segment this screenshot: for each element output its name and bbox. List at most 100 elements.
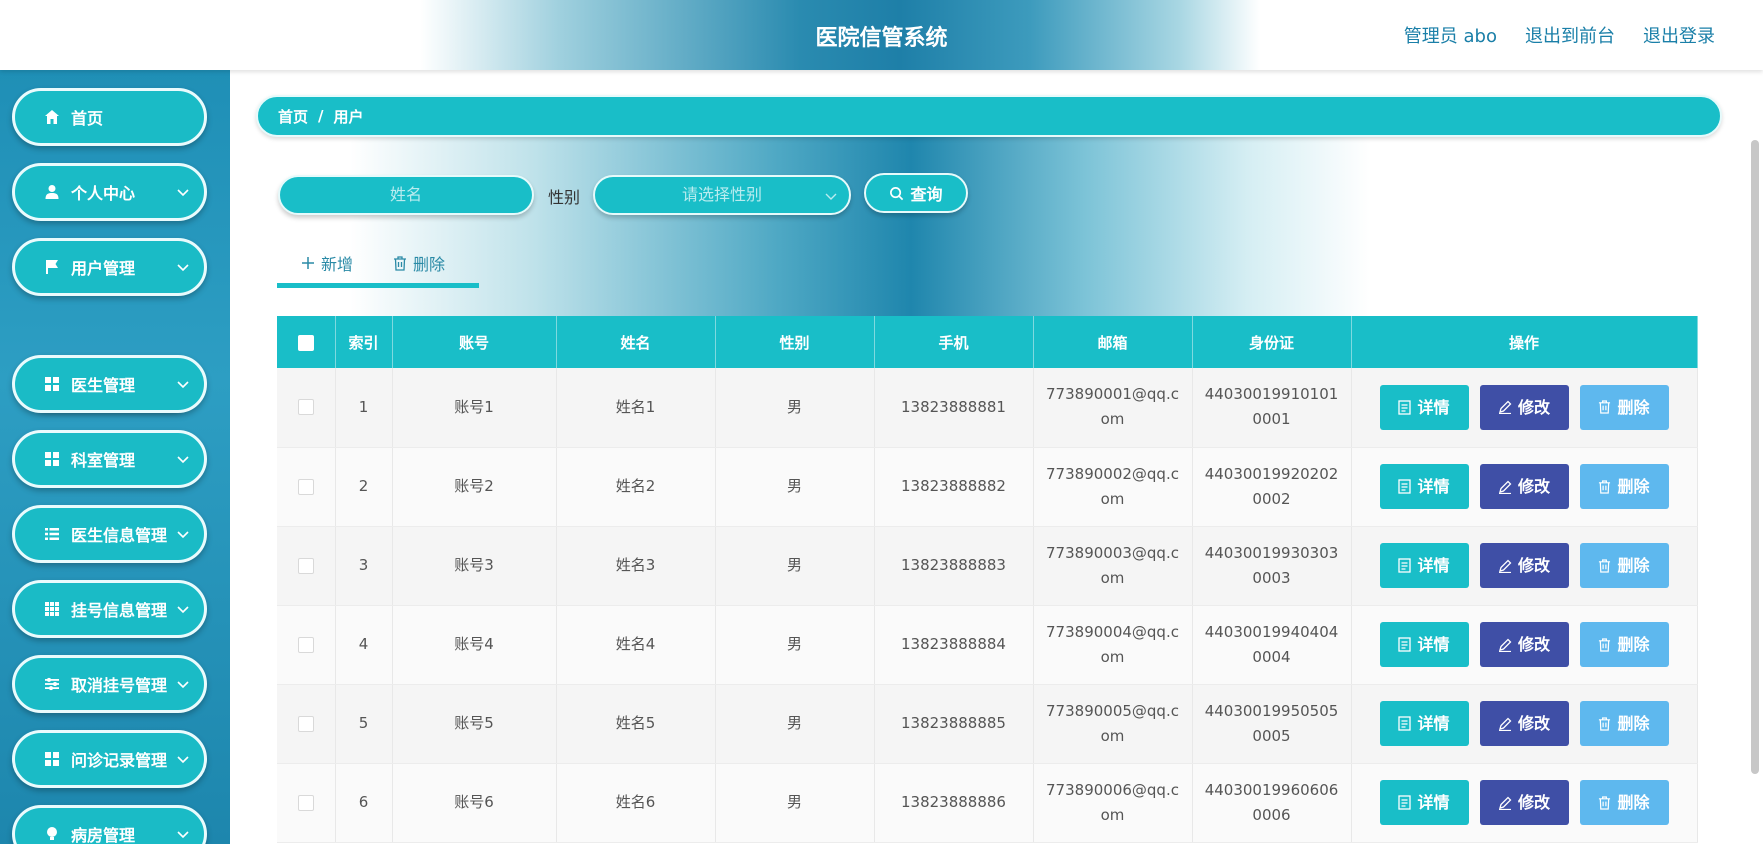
gender-cell: 男 bbox=[715, 684, 875, 764]
detail-button[interactable]: 详情 bbox=[1379, 780, 1469, 825]
delete-button[interactable]: 删除 bbox=[1579, 622, 1669, 667]
query-button[interactable]: 查询 bbox=[864, 173, 968, 213]
edit-button[interactable]: 修改 bbox=[1479, 701, 1569, 746]
delete-button[interactable]: 删除 bbox=[1579, 384, 1669, 430]
name-cell: 姓名1 bbox=[556, 368, 716, 448]
row-select-cell[interactable] bbox=[277, 447, 336, 527]
add-button[interactable]: 新增 bbox=[301, 246, 353, 280]
trash-icon bbox=[1599, 479, 1611, 494]
document-icon bbox=[1398, 558, 1412, 573]
delete-button-label: 删除 bbox=[1617, 714, 1650, 733]
sidebar-item-department-management[interactable]: 科室管理 bbox=[12, 430, 207, 488]
sidebar-item-cancel-registration-management[interactable]: 取消挂号管理 bbox=[12, 655, 207, 713]
operations-cell: 详情 修改 删除 bbox=[1351, 368, 1698, 448]
gender-cell: 男 bbox=[715, 605, 875, 685]
phone-cell: 13823888882 bbox=[874, 447, 1034, 527]
phone-cell: 13823888883 bbox=[874, 526, 1034, 606]
sidebar-item-registration-management[interactable]: 挂号信息管理 bbox=[12, 580, 207, 638]
chevron-down-icon bbox=[177, 381, 189, 389]
gender-cell: 男 bbox=[715, 368, 875, 448]
row-checkbox[interactable] bbox=[297, 557, 314, 574]
delete-button[interactable]: 删除 bbox=[1579, 464, 1669, 509]
sidebar-item-label: 科室管理 bbox=[71, 451, 136, 470]
idcard-cell: 440300199202020002 bbox=[1192, 447, 1352, 527]
edit-button[interactable]: 修改 bbox=[1479, 464, 1569, 509]
edit-button-label: 修改 bbox=[1517, 397, 1550, 417]
sidebar-item-profile[interactable]: 个人中心 bbox=[12, 163, 207, 221]
email-cell: 773890002@qq.com bbox=[1033, 447, 1193, 527]
detail-button[interactable]: 详情 bbox=[1379, 701, 1469, 746]
edit-button-label: 修改 bbox=[1517, 793, 1550, 812]
table-row: 3 账号3 姓名3 男 13823888883 773890003@qq.com… bbox=[277, 526, 1698, 606]
name-cell: 姓名4 bbox=[556, 605, 716, 685]
idcard-cell: 440300199505050005 bbox=[1192, 684, 1352, 764]
index-cell: 2 bbox=[335, 447, 393, 527]
batch-delete-button[interactable]: 删除 bbox=[393, 246, 445, 280]
delete-button[interactable]: 删除 bbox=[1579, 780, 1669, 825]
row-select-cell[interactable] bbox=[277, 763, 336, 843]
document-icon bbox=[1398, 637, 1412, 652]
column-header: 手机 bbox=[874, 316, 1034, 368]
admin-link[interactable]: 管理员 abo bbox=[1404, 22, 1497, 48]
row-checkbox[interactable] bbox=[297, 715, 314, 732]
delete-button[interactable]: 删除 bbox=[1579, 701, 1669, 746]
row-checkbox[interactable] bbox=[297, 636, 314, 653]
select-all-checkbox[interactable] bbox=[297, 334, 314, 351]
row-select-cell[interactable] bbox=[277, 684, 336, 764]
sliders-icon bbox=[43, 675, 61, 693]
row-select-cell[interactable] bbox=[277, 368, 336, 448]
grid-icon bbox=[43, 450, 61, 468]
exit-to-front-link[interactable]: 退出到前台 bbox=[1525, 22, 1615, 48]
document-icon bbox=[1398, 795, 1412, 810]
name-search-input[interactable]: 姓名 bbox=[278, 175, 534, 215]
sidebar-item-consultation-records-management[interactable]: 问诊记录管理 bbox=[12, 730, 207, 788]
index-cell: 3 bbox=[335, 526, 393, 606]
edit-button[interactable]: 修改 bbox=[1479, 384, 1569, 430]
column-header: 邮箱 bbox=[1033, 316, 1193, 368]
sidebar-item-user-management[interactable]: 用户管理 bbox=[12, 238, 207, 296]
edit-button[interactable]: 修改 bbox=[1479, 622, 1569, 667]
bulb-icon bbox=[43, 825, 61, 843]
row-checkbox[interactable] bbox=[297, 399, 314, 416]
column-header: 账号 bbox=[392, 316, 557, 368]
delete-button[interactable]: 删除 bbox=[1579, 543, 1669, 588]
gender-cell: 男 bbox=[715, 763, 875, 843]
row-select-cell[interactable] bbox=[277, 526, 336, 606]
detail-button[interactable]: 详情 bbox=[1379, 464, 1469, 509]
trash-icon bbox=[1599, 637, 1611, 652]
row-select-cell[interactable] bbox=[277, 605, 336, 685]
edit-button-label: 修改 bbox=[1517, 556, 1550, 575]
document-icon bbox=[1398, 716, 1412, 731]
account-cell: 账号5 bbox=[392, 684, 557, 764]
trash-icon bbox=[394, 255, 407, 271]
sidebar-item-doctor-management[interactable]: 医生管理 bbox=[12, 355, 207, 413]
chevron-down-icon bbox=[177, 606, 189, 614]
sidebar-item-label: 医生信息管理 bbox=[71, 526, 168, 545]
scrollbar[interactable] bbox=[1751, 140, 1759, 774]
delete-button-label: 删除 bbox=[1617, 556, 1650, 575]
edit-icon bbox=[1498, 480, 1512, 494]
detail-button[interactable]: 详情 bbox=[1379, 622, 1469, 667]
edit-button[interactable]: 修改 bbox=[1479, 780, 1569, 825]
document-icon bbox=[1398, 479, 1412, 494]
document-icon bbox=[1398, 400, 1412, 415]
index-cell: 1 bbox=[335, 368, 393, 448]
edit-button[interactable]: 修改 bbox=[1479, 543, 1569, 588]
sidebar-item-doctor-info-management[interactable]: 医生信息管理 bbox=[12, 505, 207, 563]
gender-select[interactable]: 请选择性别 bbox=[593, 175, 851, 215]
sidebar-item-label: 挂号信息管理 bbox=[71, 601, 168, 620]
logout-link[interactable]: 退出登录 bbox=[1643, 22, 1715, 48]
list-icon bbox=[43, 525, 61, 543]
row-checkbox[interactable] bbox=[297, 478, 314, 495]
edit-button-label: 修改 bbox=[1517, 635, 1550, 654]
index-cell: 4 bbox=[335, 605, 393, 685]
sidebar-item-ward-management[interactable]: 病房管理 bbox=[12, 805, 207, 844]
select-all-cell[interactable] bbox=[277, 316, 336, 368]
detail-button[interactable]: 详情 bbox=[1379, 384, 1469, 430]
detail-button-label: 详情 bbox=[1417, 714, 1450, 733]
sidebar-item-home[interactable]: 首页 bbox=[12, 88, 207, 146]
row-checkbox[interactable] bbox=[297, 794, 314, 811]
detail-button[interactable]: 详情 bbox=[1379, 543, 1469, 588]
breadcrumb-home[interactable]: 首页 bbox=[278, 106, 308, 127]
user-icon bbox=[43, 183, 61, 201]
